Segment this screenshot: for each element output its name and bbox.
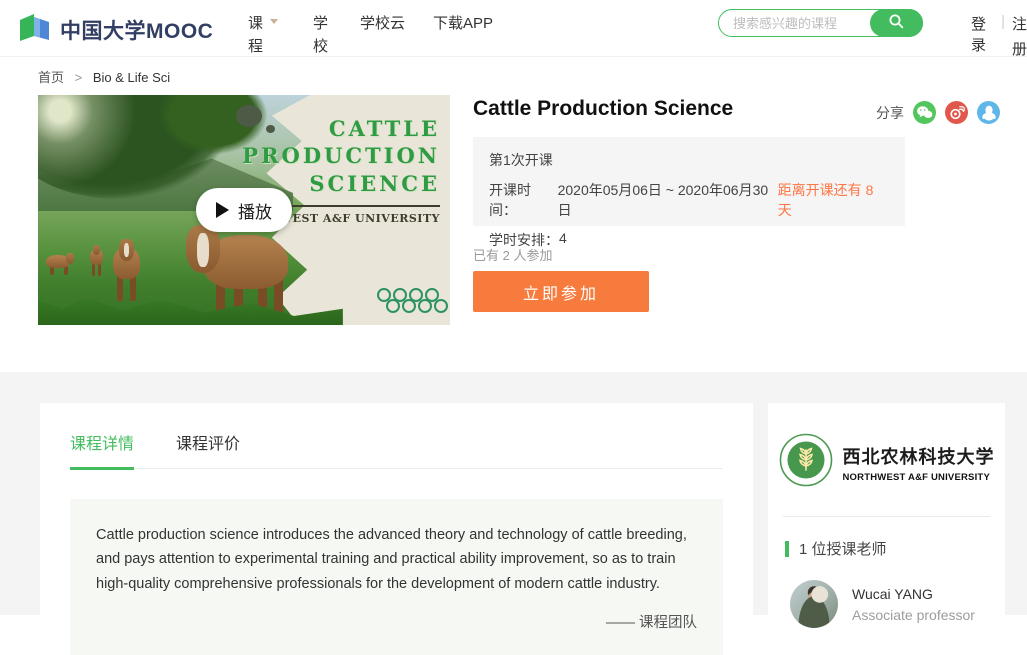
- wechat-share-icon[interactable]: [913, 101, 936, 124]
- banner-course-title: CATTLE PRODUCTION SCIENCE: [242, 115, 440, 197]
- mooc-logo-icon: [18, 13, 51, 47]
- search-input[interactable]: [719, 10, 869, 36]
- nav-item-schools[interactable]: 学校: [313, 12, 330, 59]
- countdown-text: 距离开课还有 8 天: [778, 180, 889, 220]
- tab-course-reviews[interactable]: 课程评价: [176, 430, 240, 468]
- breadcrumb-separator: >: [75, 70, 83, 85]
- lower-section: 课程详情 课程评价 Cattle production science intr…: [0, 372, 1027, 615]
- search-button[interactable]: [870, 9, 923, 37]
- sidebar-divider: [783, 516, 990, 517]
- university-emblem-icon: [779, 433, 833, 492]
- auth-links: 登录 | 注册: [971, 13, 1027, 63]
- cow-medium: [112, 239, 142, 303]
- nav-item-courses[interactable]: 课程: [248, 12, 278, 59]
- course-detail-card: 课程详情 课程评价 Cattle production science intr…: [40, 403, 753, 653]
- nav-item-download-app[interactable]: 下载APP: [433, 12, 493, 33]
- cow-small: [46, 253, 74, 277]
- breadcrumb-category[interactable]: Bio & Life Sci: [93, 70, 170, 85]
- banner-rings-decoration: [377, 288, 448, 313]
- search-icon: [888, 13, 905, 33]
- top-navbar: 中国大学MOOC 课程 学校 学校云 下载APP 登录 | 注册: [0, 0, 1027, 57]
- nav-item-school-cloud[interactable]: 学校云: [360, 12, 405, 33]
- teacher-info: Wucai YANG Associate professor: [852, 586, 975, 623]
- course-banner[interactable]: CATTLE PRODUCTION SCIENCE NORTHWEST A&F …: [38, 95, 450, 325]
- course-schedule-box: 第1次开课 开课时间： 2020年05月06日 ~ 2020年06月30日 距离…: [473, 137, 905, 226]
- schedule-label: 开课时间：: [489, 180, 558, 220]
- hours-value: 4: [559, 230, 567, 250]
- breadcrumb: 首页 > Bio & Life Sci: [38, 67, 170, 86]
- share-bar: 分享: [876, 101, 1000, 124]
- teacher-row[interactable]: Wucai YANG Associate professor: [790, 580, 1005, 628]
- course-description-box: Cattle production science introduces the…: [70, 499, 723, 655]
- register-link[interactable]: 注册: [1012, 13, 1027, 63]
- chevron-down-icon: [270, 19, 278, 24]
- cow-small-2: [90, 245, 104, 277]
- login-link[interactable]: 登录: [971, 13, 994, 63]
- schedule-value: 2020年05月06日 ~ 2020年06月30日: [558, 180, 778, 220]
- university-teacher-card: 西北农林科技大学 NORTHWEST A&F UNIVERSITY 1 位授课老…: [768, 403, 1005, 653]
- play-icon: [216, 202, 229, 218]
- course-description-text: Cattle production science introduces the…: [96, 523, 697, 596]
- course-tabs: 课程详情 课程评价: [70, 403, 723, 469]
- university-block[interactable]: 西北农林科技大学 NORTHWEST A&F UNIVERSITY: [768, 403, 1005, 492]
- qq-share-icon[interactable]: [977, 101, 1000, 124]
- teacher-avatar: [790, 580, 838, 628]
- banner-sun-flare: [38, 95, 168, 195]
- share-label: 分享: [876, 103, 904, 123]
- university-name-en: NORTHWEST A&F UNIVERSITY: [843, 472, 995, 483]
- site-logo-text: 中国大学MOOC: [60, 15, 213, 45]
- search-box: [718, 9, 923, 37]
- green-bar-decoration: [785, 541, 789, 557]
- course-hero: CATTLE PRODUCTION SCIENCE NORTHWEST A&F …: [38, 95, 1005, 325]
- weibo-share-icon[interactable]: [945, 101, 968, 124]
- play-button[interactable]: 播放: [196, 188, 292, 232]
- play-label: 播放: [238, 198, 272, 223]
- teacher-name: Wucai YANG: [852, 586, 975, 602]
- teachers-header: 1 位授课老师: [785, 538, 1005, 559]
- tab-course-details[interactable]: 课程详情: [70, 430, 134, 470]
- auth-separator: |: [1001, 13, 1005, 63]
- teachers-header-label: 1 位授课老师: [799, 538, 887, 559]
- page-title: Cattle Production Science: [473, 97, 733, 121]
- university-name-cn: 西北农林科技大学: [843, 443, 995, 469]
- session-label: 第1次开课: [489, 150, 553, 170]
- participants-count: 已有 2 人参加: [473, 245, 552, 264]
- enroll-button[interactable]: 立即参加: [473, 271, 649, 312]
- breadcrumb-home[interactable]: 首页: [38, 70, 64, 85]
- site-logo[interactable]: 中国大学MOOC: [18, 13, 213, 47]
- university-names: 西北农林科技大学 NORTHWEST A&F UNIVERSITY: [843, 443, 995, 483]
